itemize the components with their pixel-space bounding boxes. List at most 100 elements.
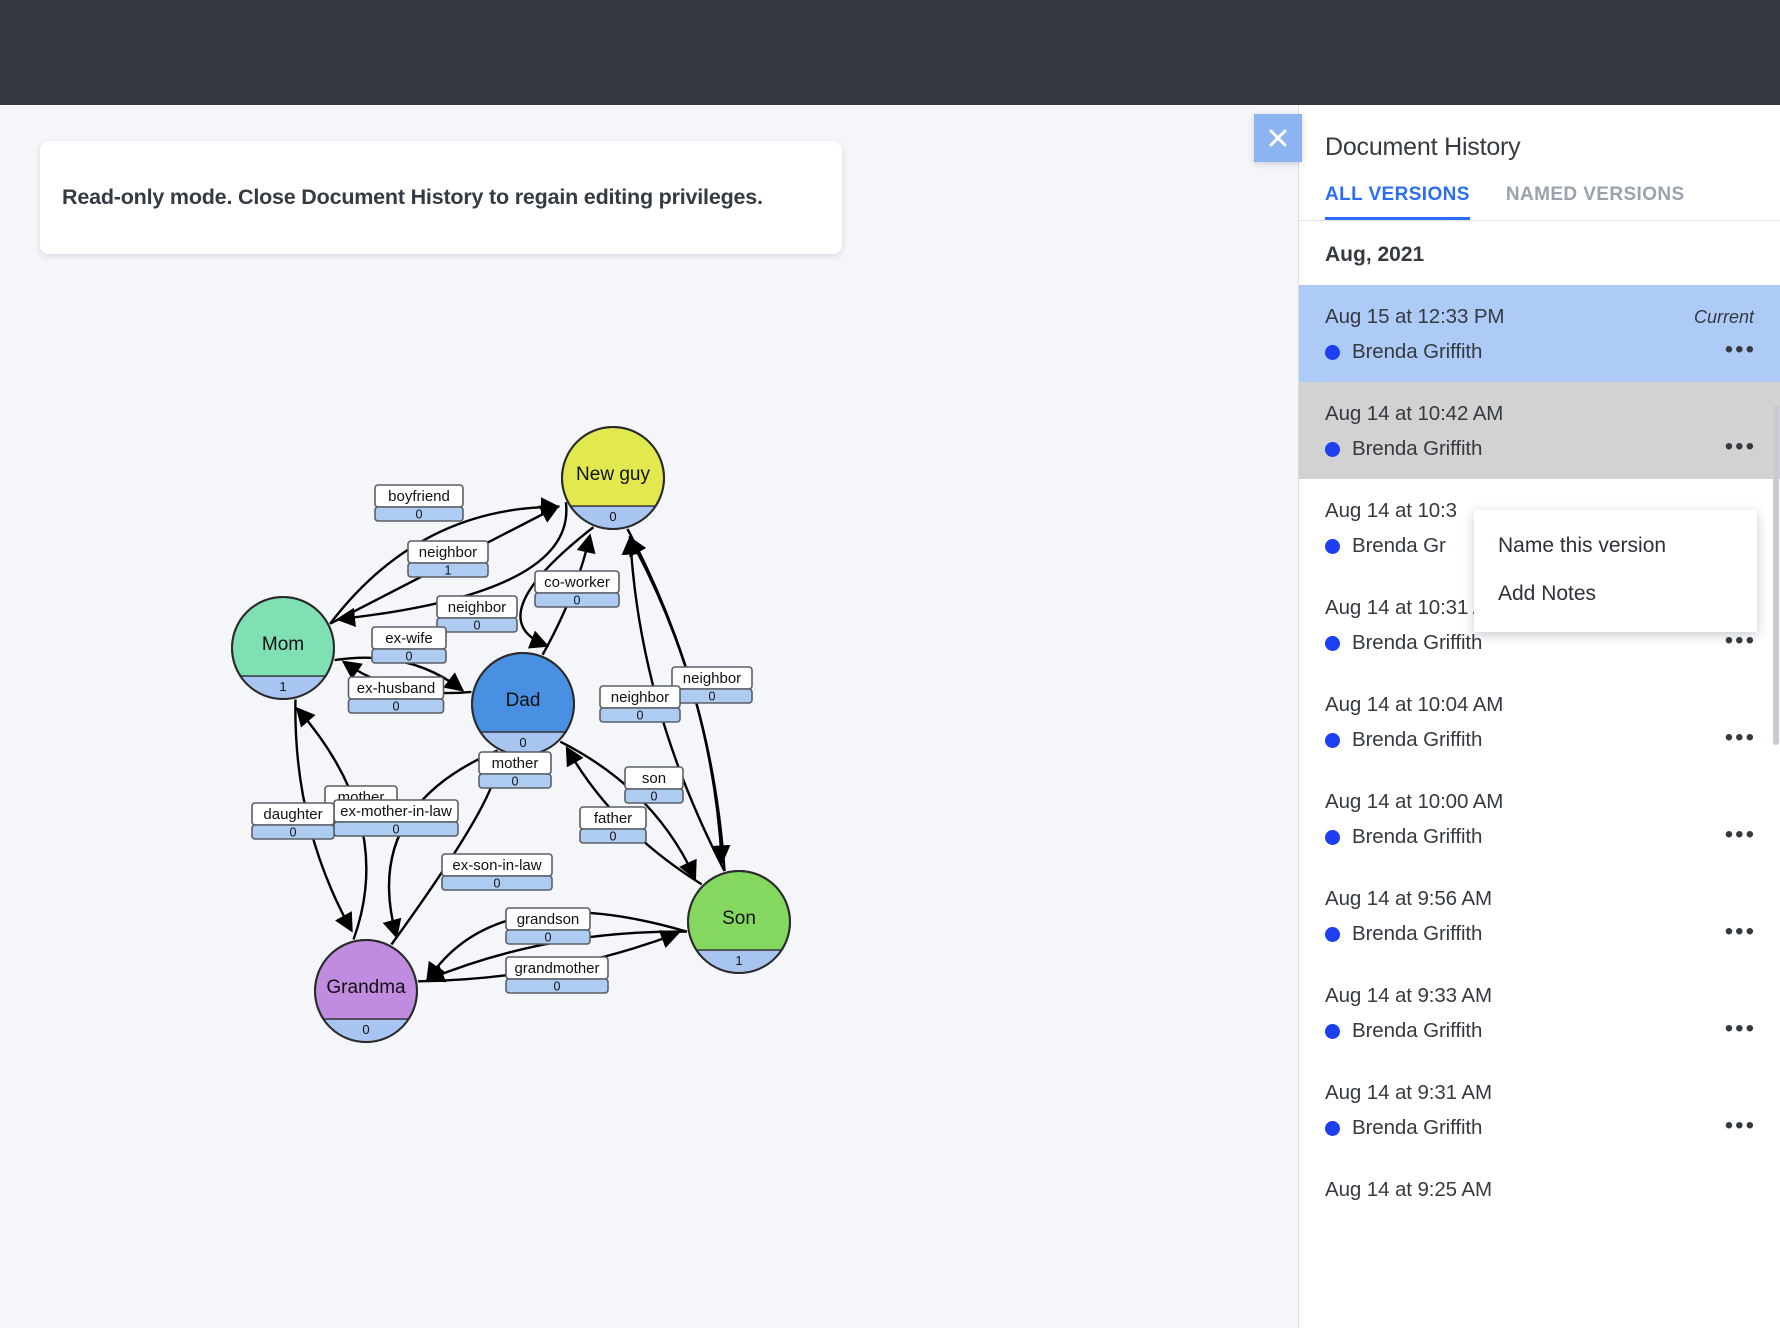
edge-label[interactable]: son 0 xyxy=(624,766,684,804)
menu-item-name-this-version[interactable]: Name this version xyxy=(1474,522,1757,570)
version-author: Brenda Griffith xyxy=(1352,437,1483,460)
month-header: Aug, 2021 xyxy=(1325,243,1425,266)
version-author: Brenda Griffith xyxy=(1352,922,1483,945)
version-author: Brenda Gr xyxy=(1352,534,1446,557)
node-label: Dad xyxy=(506,690,541,711)
edge-label-count: 0 xyxy=(474,618,481,632)
version-author: Brenda Griffith xyxy=(1352,825,1483,848)
version-item[interactable]: Aug 15 at 12:33 PM Brenda Griffith ••• Curr… xyxy=(1299,285,1780,382)
edge-label-text: grandson xyxy=(517,911,580,928)
user-color-dot-icon xyxy=(1325,829,1340,845)
edge-label[interactable]: ex-husband 0 xyxy=(347,676,445,714)
version-item[interactable]: Aug 14 at 9:56 AM Brenda Griffith ••• xyxy=(1299,867,1780,964)
edge-label-count: 0 xyxy=(512,774,519,788)
version-options-kebab-icon[interactable]: ••• xyxy=(1725,823,1756,847)
panel-scrollbar[interactable] xyxy=(1773,405,1779,745)
graph-node[interactable]: Mom 1 xyxy=(231,596,335,727)
version-author-row: Brenda Griffith xyxy=(1325,728,1754,752)
user-color-dot-icon xyxy=(1325,441,1340,457)
version-options-kebab-icon[interactable]: ••• xyxy=(1725,726,1756,750)
version-author-row: Brenda Griffith xyxy=(1325,1019,1754,1043)
version-options-kebab-icon[interactable]: ••• xyxy=(1725,629,1756,653)
node-label: New guy xyxy=(576,464,650,485)
version-timestamp: Aug 14 at 10:42 AM xyxy=(1325,402,1504,425)
edge-label-count: 0 xyxy=(709,689,716,703)
version-timestamp: Aug 14 at 9:25 AM xyxy=(1325,1178,1492,1201)
version-item[interactable]: Aug 14 at 9:33 AM Brenda Griffith ••• xyxy=(1299,964,1780,1061)
diagram-canvas[interactable]: New guy 0 Mom 1 Dad 0 Son 1 Grandma 0 boyfriend 0 n… xyxy=(0,105,1298,1328)
document-history-panel: Document History ALL VERSIONS NAMED VERS… xyxy=(1298,105,1780,1328)
version-author: Brenda Griffith xyxy=(1352,1116,1483,1139)
user-color-dot-icon xyxy=(1325,635,1340,651)
edge-label[interactable]: neighbor 0 xyxy=(599,685,681,723)
edge-label[interactable]: grandmother 0 xyxy=(505,956,609,994)
graph-node[interactable]: Son 1 xyxy=(687,870,791,1001)
edge-label[interactable]: daughter 0 xyxy=(251,802,335,840)
version-timestamp: Aug 14 at 10:00 AM xyxy=(1325,790,1504,813)
edge-label-text: father xyxy=(594,810,632,827)
edge-label-count: 0 xyxy=(494,876,501,890)
version-options-kebab-icon[interactable]: ••• xyxy=(1725,1017,1756,1041)
top-bar xyxy=(0,0,1780,105)
edge-label-text: daughter xyxy=(263,806,322,823)
version-item[interactable]: Aug 14 at 10:04 AM Brenda Griffith ••• xyxy=(1299,673,1780,770)
edge-label-count: 0 xyxy=(574,593,581,607)
edge-label-text: neighbor xyxy=(419,544,477,561)
edge-label-count: 0 xyxy=(393,822,400,836)
edge-label[interactable]: mother 0 xyxy=(478,751,552,789)
edge-label-text: son xyxy=(642,770,666,787)
version-options-kebab-icon[interactable]: ••• xyxy=(1725,920,1756,944)
edge-label-count: 0 xyxy=(637,708,644,722)
close-document-history-button[interactable] xyxy=(1254,114,1302,162)
version-options-kebab-icon[interactable]: ••• xyxy=(1725,435,1756,459)
tab-all-versions[interactable]: ALL VERSIONS xyxy=(1325,184,1470,220)
user-color-dot-icon xyxy=(1325,926,1340,942)
version-item[interactable]: Aug 14 at 10:42 AM Brenda Griffith ••• xyxy=(1299,382,1780,479)
graph-node[interactable]: Grandma 0 xyxy=(314,939,418,1070)
version-author-row: Brenda Griffith xyxy=(1325,340,1754,364)
edge-label[interactable]: boyfriend 0 xyxy=(374,484,464,522)
version-context-menu[interactable]: Name this version Add Notes xyxy=(1474,510,1757,632)
version-timestamp: Aug 14 at 9:33 AM xyxy=(1325,984,1492,1007)
edge-label-count: 0 xyxy=(651,789,658,803)
edge-label[interactable]: neighbor 1 xyxy=(407,540,489,578)
edge-label-text: neighbor xyxy=(448,599,506,616)
edge-label[interactable]: co-worker 0 xyxy=(534,570,620,608)
version-timestamp: Aug 14 at 10:04 AM xyxy=(1325,693,1504,716)
panel-title: Document History xyxy=(1325,133,1521,161)
user-color-dot-icon xyxy=(1325,538,1340,554)
relationship-graph[interactable]: New guy0Mom1Dad0Son1Grandma0 boyfriend0n… xyxy=(0,210,1298,1328)
version-options-kebab-icon[interactable]: ••• xyxy=(1725,1114,1756,1138)
version-list[interactable]: Aug 15 at 12:33 PM Brenda Griffith ••• Curr… xyxy=(1299,285,1780,1220)
edge-label[interactable]: ex-mother-in-law 0 xyxy=(333,799,459,837)
version-author: Brenda Griffith xyxy=(1352,728,1483,751)
application-window: New guy 0 Mom 1 Dad 0 Son 1 Grandma 0 boyfriend 0 n… xyxy=(0,0,1780,1328)
version-item[interactable]: Aug 14 at 10:00 AM Brenda Griffith ••• xyxy=(1299,770,1780,867)
edge-label[interactable]: father 0 xyxy=(579,806,647,844)
node-label: Grandma xyxy=(326,977,406,998)
edge-label[interactable]: ex-wife 0 xyxy=(371,626,447,664)
version-options-kebab-icon[interactable]: ••• xyxy=(1725,338,1756,362)
version-author: Brenda Griffith xyxy=(1352,1019,1483,1042)
edge-label-text: mother xyxy=(492,755,539,772)
menu-item-add-notes[interactable]: Add Notes xyxy=(1474,570,1757,618)
edge-label-text: ex-mother-in-law xyxy=(340,803,452,820)
edge-label-text: co-worker xyxy=(544,574,610,591)
user-color-dot-icon xyxy=(1325,1023,1340,1039)
version-author-row: Brenda Griffith xyxy=(1325,437,1754,461)
version-author-row: Brenda Griffith xyxy=(1325,631,1754,655)
graph-node[interactable]: New guy 0 xyxy=(561,426,665,557)
version-item[interactable]: Aug 14 at 9:31 AM Brenda Griffith ••• xyxy=(1299,1061,1780,1158)
user-color-dot-icon xyxy=(1325,344,1340,360)
tab-named-versions[interactable]: NAMED VERSIONS xyxy=(1506,184,1685,220)
edge-label[interactable]: ex-son-in-law 0 xyxy=(441,853,553,891)
edge-label[interactable]: grandson 0 xyxy=(505,907,591,945)
edge-label-count: 0 xyxy=(393,699,400,713)
edge-label-count: 0 xyxy=(406,649,413,663)
version-item[interactable]: Aug 14 at 9:25 AM xyxy=(1299,1158,1780,1220)
edge-label[interactable]: neighbor 0 xyxy=(436,595,518,633)
edge-label[interactable]: neighbor 0 xyxy=(671,666,753,704)
edge-label-count: 1 xyxy=(445,563,452,577)
edge-label-text: ex-wife xyxy=(385,630,433,647)
edge-label-count: 0 xyxy=(290,825,297,839)
